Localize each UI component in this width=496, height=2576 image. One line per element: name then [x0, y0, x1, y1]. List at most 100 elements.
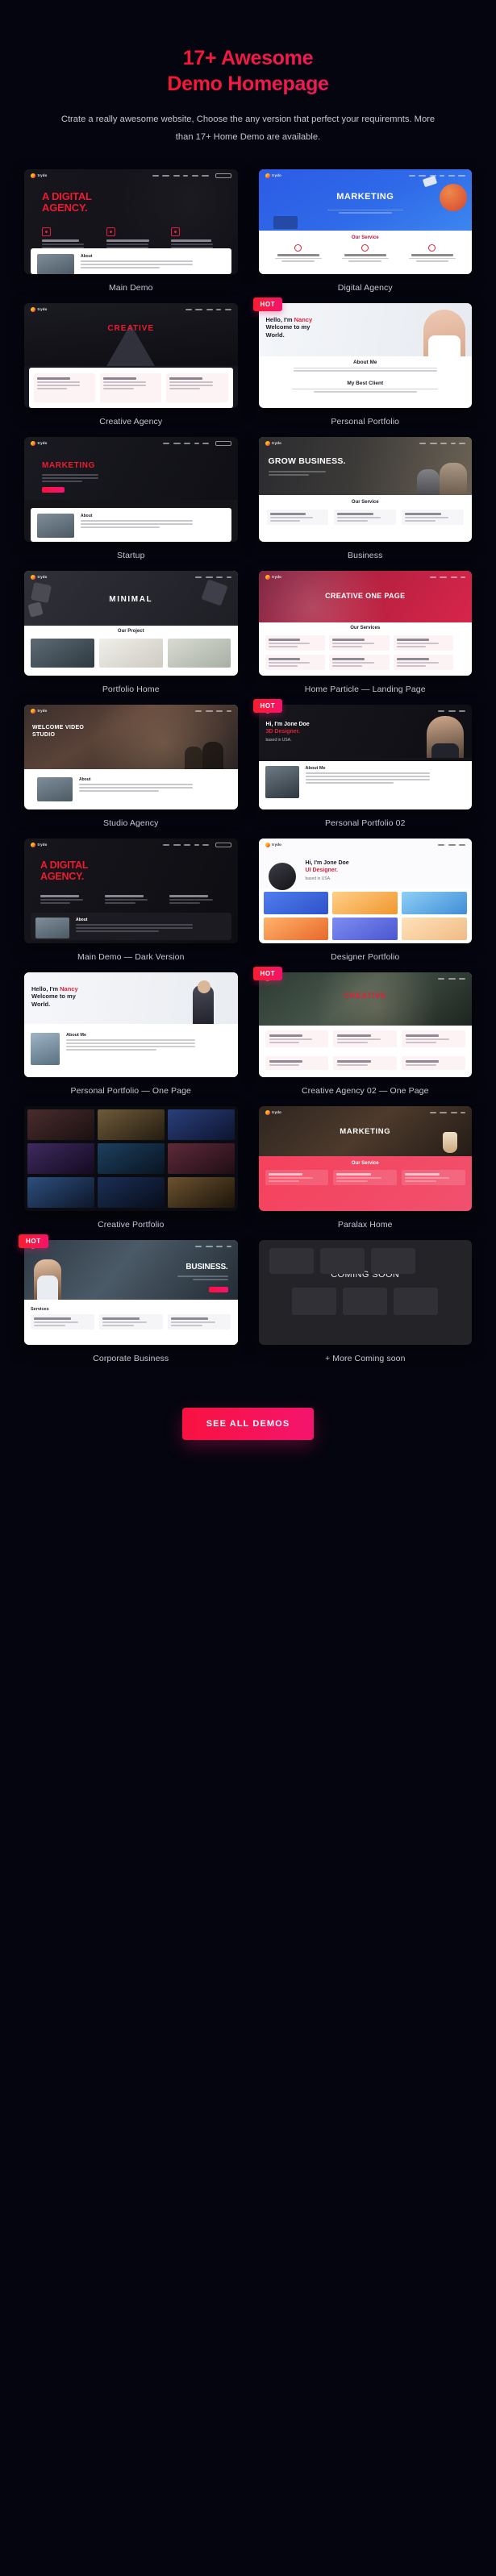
- demo-card-coming-soon[interactable]: COMING SOON + More Coming soon: [258, 1239, 472, 1363]
- demo-card-portfolio-home[interactable]: trydo MINIMAL Our Project Portfolio Home: [24, 570, 238, 694]
- demo-thumbnail[interactable]: trydo Hi, I'm Jone Doe3D Designer.based …: [258, 704, 473, 809]
- logo-mark-icon: [31, 306, 35, 312]
- preview-section-title: Our Service: [351, 499, 379, 505]
- logo-text: trydo: [37, 843, 48, 847]
- preview-about-section: About: [31, 772, 231, 809]
- brand-logo: trydo: [31, 173, 47, 178]
- demo-card-home-particle[interactable]: trydo CREATIVE ONE PAGE Our Services Hom…: [258, 570, 473, 694]
- demo-card-digital-agency[interactable]: trydo MARKETING Our Service Digital Agen…: [258, 169, 472, 293]
- nav-link-home: [152, 174, 159, 177]
- demo-card-label: Personal Portfolio — One Page: [70, 1085, 191, 1096]
- demo-card-business[interactable]: trydo GROW BUSINESS. Our Service Busines…: [258, 436, 473, 560]
- demo-thumbnail[interactable]: trydo Hi, I'm Jone Doe UI Designer. based …: [258, 838, 472, 943]
- demo-card-creative-agency-02[interactable]: HOT trydo CREATIVE: [252, 966, 473, 1096]
- preview-headline: Hello, I'm Nancy Welcome to my World.: [265, 315, 313, 339]
- logo-mark-icon: [31, 440, 35, 446]
- demo-card-personal-portfolio-02[interactable]: HOT trydo Hi, I'm Jone Doe3D Designer.ba…: [252, 698, 473, 828]
- demo-grid: trydo A DIGITAL AGENCY. About Main Demo …: [19, 169, 473, 1374]
- preview-navbar: trydo: [24, 1240, 238, 1253]
- demo-card-label: Business: [348, 550, 383, 560]
- demo-card-label: Paralax Home: [337, 1219, 393, 1230]
- see-all-demos-button[interactable]: SEE ALL DEMOS: [181, 1407, 315, 1440]
- preview-cards-row: [265, 1030, 466, 1047]
- demo-card-paralax-home[interactable]: trydo MARKETING Our Service Paralax Home: [258, 1105, 472, 1230]
- preview-client-lines: [272, 388, 460, 394]
- hot-badge: HOT: [252, 966, 283, 980]
- mini-site-preview: trydo CREATIVE ONE PAGE Our Services: [258, 570, 473, 676]
- preview-headline: A DIGITAL AGENCY.: [40, 859, 89, 882]
- preview-section-title: Our Service: [351, 235, 379, 240]
- logo-mark-icon: [265, 842, 270, 847]
- mini-site-preview: trydo WELCOME VIDEO STUDIO About: [24, 704, 238, 809]
- nav-link-service: [162, 174, 169, 177]
- demo-card-designer-portfolio[interactable]: trydo Hi, I'm Jone Doe UI Designer. based …: [258, 838, 472, 962]
- demo-card-label: Main Demo — Dark Version: [77, 951, 185, 962]
- preview-about-section: About Me: [258, 760, 472, 809]
- page-title-line-2: Demo Homepage: [167, 73, 329, 95]
- nav-link-blog: [183, 174, 188, 177]
- demo-card-label: Startup: [116, 550, 145, 560]
- demo-card-personal-portfolio-one-page[interactable]: Hello, I'm Nancy Welcome to my World. Abou…: [24, 972, 238, 1096]
- demo-card-main-demo-dark[interactable]: trydo A DIGITAL AGENCY. About Main Demo —…: [24, 838, 238, 962]
- demo-thumbnail[interactable]: trydo CREATIVE ONE PAGE Our Services: [258, 570, 473, 676]
- demo-card-studio-agency[interactable]: trydo WELCOME VIDEO STUDIO About Studio A…: [24, 704, 238, 828]
- nav-link-pages: [191, 174, 198, 177]
- demo-thumbnail[interactable]: Hello, I'm Nancy Welcome to my World. Abou…: [24, 972, 238, 1077]
- preview-navbar: trydo: [24, 839, 238, 851]
- demo-thumbnail[interactable]: trydo BUSINESS. Services: [24, 1239, 238, 1345]
- demo-thumbnail[interactable]: trydo MARKETING About: [24, 436, 238, 542]
- logo-text: trydo: [37, 441, 48, 446]
- logo-mark-icon: [31, 574, 35, 580]
- demo-card-label: Personal Portfolio: [331, 416, 400, 427]
- preview-photo: [31, 1032, 60, 1065]
- preview-navbar: trydo: [259, 705, 473, 718]
- demo-thumbnail[interactable]: trydo CREATIVE: [24, 302, 238, 408]
- demo-card-creative-agency[interactable]: trydo CREATIVE Creative Agency: [24, 302, 238, 427]
- hero-section: 17+ Awesome Demo Homepage Ctrate a reall…: [0, 0, 496, 147]
- preview-services-grid: [265, 635, 466, 670]
- coming-soon-placeholder: COMING SOON: [258, 1239, 472, 1345]
- preview-about-section: About: [31, 912, 231, 940]
- placeholder-boxes-bottom: [292, 1287, 439, 1315]
- mini-site-preview: [24, 1105, 238, 1211]
- page-title-line-1: 17+ Awesome: [182, 47, 314, 69]
- demo-thumbnail[interactable]: Hello, I'm Nancy Welcome to my World. Abou…: [258, 302, 472, 408]
- preview-section-title: Our Project: [117, 628, 144, 634]
- nav-link-contact: [202, 174, 209, 177]
- preview-navbar: trydo: [259, 571, 473, 584]
- preview-nav-links: [408, 174, 465, 177]
- demo-thumbnail[interactable]: trydo MARKETING Our Service: [258, 169, 472, 274]
- mini-site-preview: trydo Hi, I'm Jone Doe3D Designer.based …: [258, 704, 473, 809]
- demo-card-main-demo[interactable]: trydo A DIGITAL AGENCY. About Main Demo: [24, 169, 238, 293]
- demo-thumbnail[interactable]: trydo MARKETING Our Service: [258, 1105, 472, 1211]
- demo-thumbnail[interactable]: [24, 1105, 238, 1211]
- logo-text: trydo: [272, 843, 281, 847]
- logo-mark-icon: [31, 708, 35, 714]
- preview-navbar: trydo: [24, 303, 238, 316]
- mini-site-preview: trydo Hi, I'm Jone Doe UI Designer. based …: [258, 838, 472, 943]
- demo-thumbnail[interactable]: trydo CREATIVE: [258, 972, 473, 1077]
- demo-thumbnail[interactable]: COMING SOON: [258, 1239, 472, 1345]
- demo-card-personal-portfolio[interactable]: HOT Hello, I'm Nancy Welcome to my World. …: [252, 297, 472, 427]
- demo-card-label: Designer Portfolio: [331, 951, 400, 962]
- demo-card-creative-portfolio[interactable]: Creative Portfolio: [24, 1105, 238, 1230]
- preview-headline: CREATIVE ONE PAGE: [325, 591, 406, 600]
- mini-site-preview: trydo A DIGITAL AGENCY. About: [24, 838, 238, 943]
- demo-thumbnail[interactable]: trydo GROW BUSINESS. Our Service: [258, 436, 473, 542]
- preview-navbar: trydo: [259, 437, 473, 450]
- demo-card-label: Digital Agency: [337, 282, 393, 293]
- preview-avatar: [268, 862, 296, 890]
- preview-headline: GROW BUSINESS.: [268, 456, 346, 466]
- logo-mark-icon: [31, 173, 35, 178]
- mini-site-preview: trydo MARKETING About: [24, 436, 238, 542]
- demo-thumbnail[interactable]: trydo A DIGITAL AGENCY. About: [24, 169, 238, 274]
- logo-text: trydo: [37, 709, 48, 714]
- preview-photo: [265, 765, 299, 798]
- demo-thumbnail[interactable]: trydo WELCOME VIDEO STUDIO About: [24, 704, 238, 809]
- demo-thumbnail[interactable]: trydo MINIMAL Our Project: [24, 570, 238, 676]
- demo-card-startup[interactable]: trydo MARKETING About Startup: [24, 436, 238, 560]
- preview-navbar: trydo: [259, 972, 473, 985]
- demo-card-corporate-business[interactable]: HOT trydo BUSINESS. Services: [19, 1234, 238, 1363]
- demo-thumbnail[interactable]: trydo A DIGITAL AGENCY. About: [24, 838, 238, 943]
- demo-card-label: Studio Agency: [103, 818, 159, 828]
